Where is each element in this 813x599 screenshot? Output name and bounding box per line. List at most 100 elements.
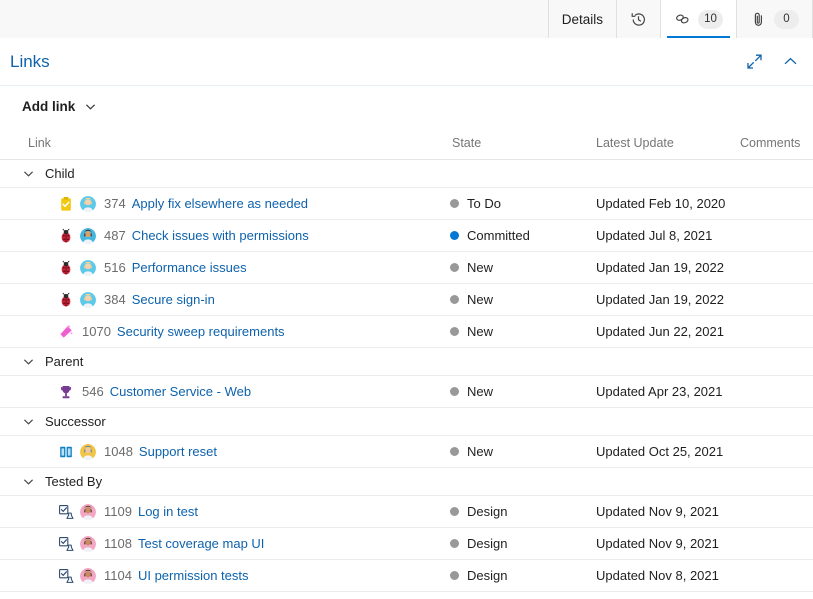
column-header-latest-update: Latest Update: [588, 136, 674, 150]
link-cell: 374Apply fix elsewhere as needed: [0, 196, 440, 212]
work-item-title-link[interactable]: Performance issues: [132, 260, 247, 275]
link-cell: 1108 Test coverage map UI: [0, 536, 440, 552]
latest-update-label: Updated Jan 19, 2022: [588, 292, 724, 307]
work-item-title-link[interactable]: Support reset: [139, 444, 217, 459]
page-title: Links: [10, 52, 50, 72]
link-group-toggle[interactable]: Parent: [0, 354, 83, 369]
table-row[interactable]: 546Customer Service - WebNewUpdated Apr …: [0, 376, 813, 408]
link-cell: 384Secure sign-in: [0, 292, 440, 308]
status-badge: New: [440, 384, 493, 399]
avatar: [80, 504, 96, 520]
link-group-toggle[interactable]: Tested By: [0, 474, 102, 489]
latest-update-label: Updated Jul 8, 2021: [588, 228, 712, 243]
link-item: 546 Customer Service - Web: [0, 384, 251, 400]
table-row[interactable]: 1048Support resetNewUpdated Oct 25, 2021: [0, 436, 813, 468]
table-row[interactable]: 374Apply fix elsewhere as neededTo DoUpd…: [0, 188, 813, 220]
latest-update-label: Updated Jan 19, 2022: [588, 260, 724, 275]
work-item-id: 1070: [82, 324, 111, 339]
status-badge: New: [440, 292, 493, 307]
link-group-toggle[interactable]: Child: [0, 166, 75, 181]
link-item: 1048 Support reset: [0, 444, 217, 460]
links-header-actions: [745, 53, 799, 71]
tab-history[interactable]: [616, 0, 660, 38]
latest-update-cell: Updated Jan 19, 2022: [588, 292, 738, 307]
link-group-header[interactable]: Parent: [0, 348, 813, 376]
latest-update-cell: Updated Nov 8, 2021: [588, 568, 738, 583]
state-dot-icon: [450, 387, 459, 396]
table-row[interactable]: 1070 Security sweep requirements New Update…: [0, 316, 813, 348]
work-item-id: 1048: [104, 444, 133, 459]
state-dot-icon: [450, 571, 459, 580]
table-row[interactable]: 487Check issues with permissionsCommitte…: [0, 220, 813, 252]
tab-links[interactable]: 10: [660, 0, 736, 38]
tab-badge-links: 10: [698, 10, 723, 29]
work-item-title-link[interactable]: Security sweep requirements: [117, 324, 285, 339]
state-dot-icon: [450, 507, 459, 516]
links-panel-header: Links: [0, 38, 813, 86]
link-item: 487Check issues with permissions: [0, 228, 309, 244]
state-cell: New: [440, 292, 588, 307]
task-clipboard-icon: [58, 196, 74, 212]
work-item-id: 1108: [104, 536, 132, 551]
avatar: [80, 292, 96, 308]
links-panel: Links Add link: [0, 38, 813, 592]
feature-wand-icon: [58, 324, 74, 340]
link-item: 384Secure sign-in: [0, 292, 215, 308]
tab-details[interactable]: Details: [548, 0, 616, 38]
test-case-icon: [58, 504, 74, 520]
link-group-header[interactable]: Child: [0, 160, 813, 188]
link-group-header[interactable]: Tested By: [0, 468, 813, 496]
tab-attachments[interactable]: 0: [736, 0, 813, 38]
link-group-toggle[interactable]: Successor: [0, 414, 106, 429]
bug-ladybug-icon: [58, 228, 74, 244]
state-dot-icon: [450, 295, 459, 304]
state-label: Design: [467, 568, 507, 583]
status-badge: Design: [440, 536, 507, 551]
column-header-link: Link: [0, 136, 51, 150]
table-row[interactable]: 516 Performance issues New Updated Jan 19, …: [0, 252, 813, 284]
state-label: To Do: [467, 196, 501, 211]
state-cell: To Do: [440, 196, 588, 211]
work-item-title-link[interactable]: Customer Service - Web: [110, 384, 251, 399]
work-item-title-link[interactable]: Log in test: [138, 504, 198, 519]
table-row[interactable]: 1108Test coverage map UIDesignUpdated No…: [0, 528, 813, 560]
table-row[interactable]: 1104UI permission testsDesignUpdated Nov…: [0, 560, 813, 592]
state-label: New: [467, 444, 493, 459]
tab-label-details: Details: [562, 12, 603, 27]
state-dot-icon: [450, 327, 459, 336]
table-row[interactable]: 384Secure sign-in New Updated Jan 19, 2022: [0, 284, 813, 316]
state-cell: Design: [440, 504, 588, 519]
link-cell: 546 Customer Service - Web: [0, 384, 440, 400]
work-item-id: 516: [104, 260, 126, 275]
user-story-book-icon: [58, 444, 74, 460]
link-group-header[interactable]: Successor: [0, 408, 813, 436]
work-item-title-link[interactable]: Test coverage map UI: [138, 536, 264, 551]
chevron-down-icon: [22, 167, 35, 180]
work-item-title-link[interactable]: UI permission tests: [138, 568, 249, 583]
state-dot-icon: [450, 263, 459, 272]
link-cell: 1109Log in test: [0, 504, 440, 520]
state-label: Design: [467, 504, 507, 519]
table-row[interactable]: 1109Log in testDesignUpdated Nov 9, 2021: [0, 496, 813, 528]
work-item-title-link[interactable]: Secure sign-in: [132, 292, 215, 307]
add-link-button[interactable]: Add link: [22, 99, 97, 114]
status-badge: New: [440, 260, 493, 275]
latest-update-cell: Updated Jun 22, 2021: [588, 324, 738, 339]
state-label: New: [467, 384, 493, 399]
link-group-label: Successor: [45, 414, 106, 429]
column-header-update-cell: Latest Update: [588, 136, 738, 150]
test-case-icon: [58, 568, 74, 584]
link-cell: 1048 Support reset: [0, 444, 440, 460]
links-icon: [674, 11, 691, 28]
work-item-id: 546: [82, 384, 104, 399]
link-item: 374Apply fix elsewhere as needed: [0, 196, 308, 212]
work-item-title-link[interactable]: Apply fix elsewhere as needed: [132, 196, 308, 211]
latest-update-label: Updated Nov 8, 2021: [588, 568, 719, 583]
expand-diagonal-icon[interactable]: [745, 53, 763, 71]
link-group-label: Child: [45, 166, 75, 181]
link-group-label: Tested By: [45, 474, 102, 489]
status-badge: New: [440, 324, 493, 339]
chevron-down-icon: [22, 415, 35, 428]
work-item-title-link[interactable]: Check issues with permissions: [132, 228, 309, 243]
chevron-up-icon[interactable]: [781, 53, 799, 71]
